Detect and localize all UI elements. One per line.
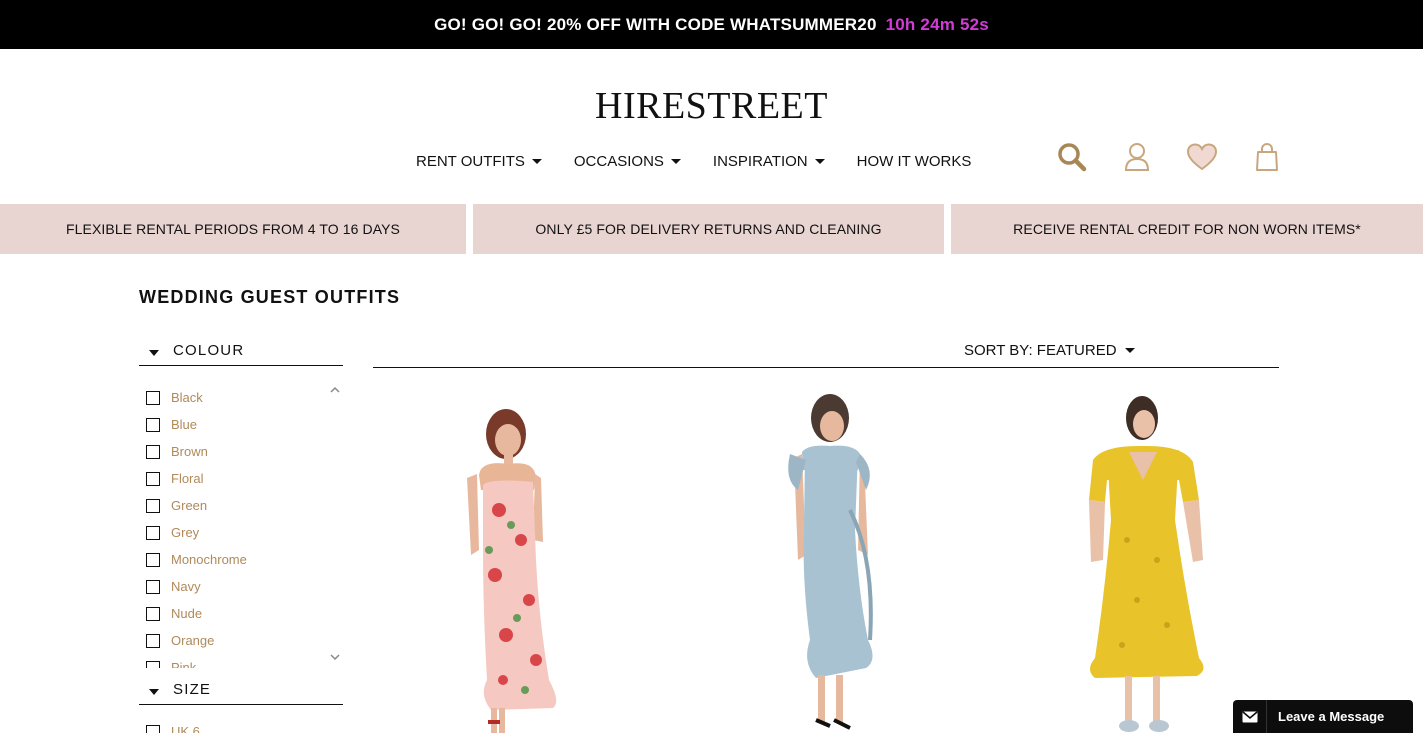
colour-option-black[interactable]: Black — [146, 384, 342, 411]
caret-down-icon — [149, 350, 159, 356]
size-filter-header[interactable]: SIZE — [139, 681, 343, 705]
account-icon[interactable] — [1121, 141, 1153, 173]
colour-option-nude[interactable]: Nude — [146, 600, 342, 627]
sort-bar: SORT BY: FEATURED — [373, 340, 1279, 368]
colour-option-monochrome[interactable]: Monochrome — [146, 546, 342, 573]
benefit-rental-periods: FLEXIBLE RENTAL PERIODS FROM 4 TO 16 DAY… — [0, 204, 466, 254]
colour-option-grey[interactable]: Grey — [146, 519, 342, 546]
filter-title: COLOUR — [173, 342, 245, 359]
size-label: UK 6 — [171, 724, 200, 733]
nav-inspiration[interactable]: INSPIRATION — [713, 153, 825, 170]
benefit-delivery: ONLY £5 FOR DELIVERY RETURNS AND CLEANIN… — [473, 204, 944, 254]
checkbox[interactable] — [146, 606, 160, 621]
colour-label: Monochrome — [171, 552, 247, 567]
wishlist-heart-icon[interactable] — [1186, 141, 1218, 173]
checkbox[interactable] — [146, 390, 160, 405]
colour-label: Pink — [171, 660, 197, 668]
colour-option-orange[interactable]: Orange — [146, 627, 342, 654]
promo-bar: GO! GO! GO! 20% OFF WITH CODE WHATSUMMER… — [0, 0, 1423, 49]
product-card[interactable] — [1007, 390, 1287, 733]
mail-icon — [1233, 700, 1267, 733]
checkbox[interactable] — [146, 660, 160, 668]
product-image-blue-lace-dress[interactable] — [690, 390, 970, 733]
site-logo[interactable]: HIRESTREET — [0, 84, 1423, 128]
colour-filter-header[interactable]: COLOUR — [139, 342, 343, 366]
caret-down-icon — [149, 689, 159, 695]
checkbox[interactable] — [146, 724, 160, 733]
product-card[interactable] — [371, 390, 651, 733]
sort-label: SORT BY: FEATURED — [964, 342, 1117, 359]
colour-label: Navy — [171, 579, 201, 594]
checkbox[interactable] — [146, 633, 160, 648]
colour-label: Blue — [171, 417, 198, 432]
colour-label: Black — [171, 390, 203, 405]
nav-rent-outfits[interactable]: RENT OUTFITS — [416, 153, 542, 170]
promo-text: GO! GO! GO! 20% OFF WITH CODE WHATSUMMER… — [434, 14, 877, 34]
caret-down-icon — [531, 158, 542, 164]
checkbox[interactable] — [146, 417, 160, 432]
caret-down-icon — [1124, 348, 1135, 353]
colour-option-pink[interactable]: Pink — [146, 654, 342, 668]
colour-label: Nude — [171, 606, 203, 621]
benefit-rental-credit: RECEIVE RENTAL CREDIT FOR NON WORN ITEMS… — [951, 204, 1423, 254]
colour-filter-list[interactable]: Black Blue Brown Floral Green Grey Monoc… — [146, 384, 342, 668]
product-image-yellow-lace-dress[interactable] — [1007, 390, 1287, 733]
colour-label: Orange — [171, 633, 215, 648]
bag-icon[interactable] — [1251, 141, 1283, 173]
search-icon[interactable] — [1056, 141, 1088, 173]
header-icons — [1056, 141, 1283, 173]
product-image-pink-floral-dress[interactable] — [371, 390, 651, 733]
benefits-strip: FLEXIBLE RENTAL PERIODS FROM 4 TO 16 DAY… — [0, 204, 1423, 254]
caret-down-icon — [670, 158, 681, 164]
main-nav: RENT OUTFITS OCCASIONS INSPIRATION HOW I… — [416, 151, 1003, 171]
colour-option-navy[interactable]: Navy — [146, 573, 342, 600]
nav-label: RENT OUTFITS — [416, 152, 525, 170]
colour-option-blue[interactable]: Blue — [146, 411, 342, 438]
caret-down-icon — [814, 158, 825, 164]
colour-label: Green — [171, 498, 208, 513]
promo-countdown: 10h 24m 52s — [885, 14, 989, 34]
filter-title: SIZE — [173, 681, 212, 698]
colour-option-floral[interactable]: Floral — [146, 465, 342, 492]
checkbox[interactable] — [146, 444, 160, 459]
colour-option-green[interactable]: Green — [146, 492, 342, 519]
colour-label: Grey — [171, 525, 200, 540]
colour-label: Floral — [171, 471, 204, 486]
nav-how-it-works[interactable]: HOW IT WORKS — [857, 153, 972, 170]
size-option-uk-6[interactable]: UK 6 — [146, 724, 200, 733]
nav-label: HOW IT WORKS — [856, 152, 972, 170]
checkbox[interactable] — [146, 552, 160, 567]
colour-option-brown[interactable]: Brown — [146, 438, 342, 465]
nav-label: INSPIRATION — [712, 152, 808, 170]
sort-dropdown[interactable]: SORT BY: FEATURED — [964, 342, 1135, 359]
nav-label: OCCASIONS — [573, 152, 664, 170]
product-card[interactable] — [690, 390, 970, 733]
chevron-down-icon[interactable] — [329, 651, 341, 663]
colour-label: Brown — [171, 444, 208, 459]
checkbox[interactable] — [146, 498, 160, 513]
checkbox[interactable] — [146, 579, 160, 594]
checkbox[interactable] — [146, 471, 160, 486]
checkbox[interactable] — [146, 525, 160, 540]
chat-label: Leave a Message — [1278, 709, 1385, 724]
leave-a-message-button[interactable]: Leave a Message — [1233, 700, 1413, 733]
nav-occasions[interactable]: OCCASIONS — [574, 153, 681, 170]
page-title: WEDDING GUEST OUTFITS — [139, 287, 401, 307]
